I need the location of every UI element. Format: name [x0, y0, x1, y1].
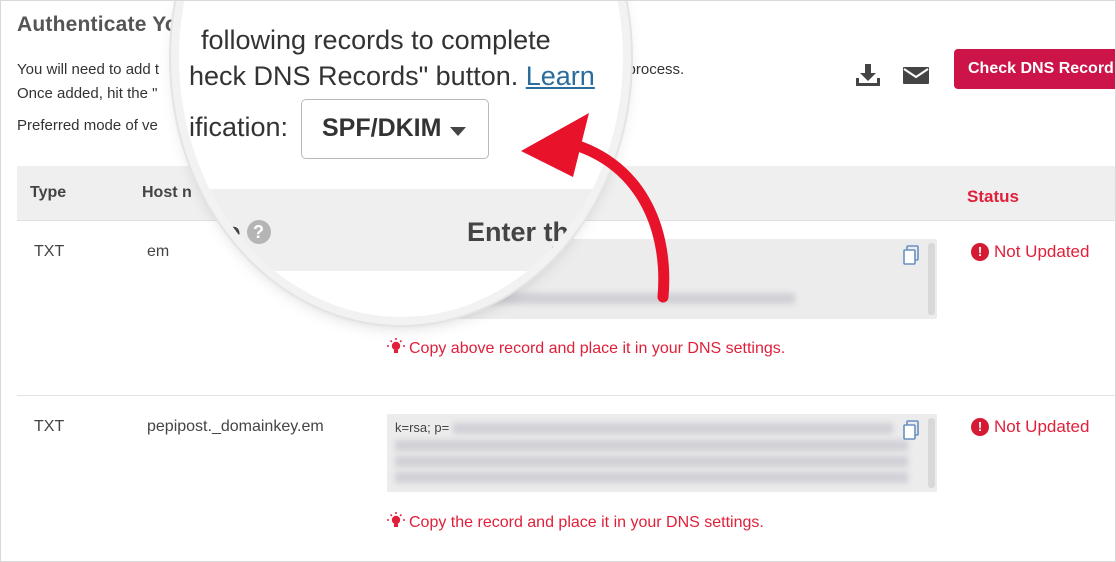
magnified-instruction-line-2: heck DNS Records" button. Learn	[189, 61, 595, 92]
verification-mode-value: SPF/DKIM	[322, 114, 442, 142]
mail-icon[interactable]	[902, 63, 930, 87]
caret-down-icon	[450, 127, 466, 136]
status-badge: ! Not Updated	[971, 417, 1089, 437]
magnified-value-snippet: 37.ppspf.net ~all	[551, 243, 623, 260]
status-badge: ! Not Updated	[971, 242, 1089, 262]
help-icon[interactable]: ?	[246, 220, 271, 244]
value-scrollbar[interactable]	[928, 243, 935, 315]
instruction-line-2: Once added, hit the "	[17, 85, 158, 102]
lightbulb-icon	[387, 338, 405, 353]
copy-icon[interactable]	[902, 420, 920, 440]
magnifier-callout: following records to complete heck DNS R…	[179, 1, 623, 317]
column-header-status: Status	[967, 187, 1019, 206]
learn-more-link[interactable]: Learn	[526, 61, 595, 91]
copy-hint: Copy the record and place it in your DNS…	[387, 512, 764, 532]
status-text: Not Updated	[994, 417, 1090, 436]
dns-authentication-panel: Authenticate You You will need to add t …	[0, 0, 1116, 562]
verification-mode-label: Preferred mode of ve	[17, 117, 158, 134]
exclamation-icon: !	[971, 243, 989, 261]
value-scrollbar[interactable]	[928, 418, 935, 488]
verification-mode-select[interactable]: SPF/DKIM	[301, 99, 489, 159]
record-host: em	[147, 243, 170, 260]
exclamation-icon: !	[971, 418, 989, 436]
copy-hint: Copy above record and place it in your D…	[387, 338, 785, 358]
record-value-field[interactable]: k=rsa; p=	[387, 414, 937, 492]
copy-hint-text: Copy the record and place it in your DNS…	[409, 514, 764, 531]
record-type: TXT	[34, 418, 65, 435]
copy-icon[interactable]	[902, 245, 920, 265]
magnified-verification-label: ification:	[189, 112, 289, 142]
magnified-column-name: ne?	[209, 217, 271, 248]
page-title: Authenticate You	[17, 13, 191, 36]
record-value-text: k=rsa; p=	[395, 420, 450, 435]
magnified-instruction-text: heck DNS Records" button.	[189, 61, 519, 91]
check-dns-records-button[interactable]: Check DNS Record	[954, 49, 1115, 89]
copy-hint-text: Copy above record and place it in your D…	[409, 340, 786, 357]
lightbulb-icon	[387, 512, 405, 527]
download-icon[interactable]	[854, 63, 882, 87]
status-text: Not Updated	[994, 242, 1090, 261]
instruction-line-1-tail: n process.	[615, 61, 685, 78]
magnified-instruction-line-1: following records to complete	[201, 25, 551, 55]
record-type: TXT	[34, 243, 65, 260]
record-host: pepipost._domainkey.em	[147, 418, 324, 435]
column-header-type: Type	[30, 184, 67, 201]
magnified-column-name-text: ne	[209, 217, 241, 247]
table-row: TXT pepipost._domainkey.em k=rsa; p= Cop…	[17, 396, 1115, 561]
instruction-line-1: You will need to add t	[17, 61, 160, 78]
